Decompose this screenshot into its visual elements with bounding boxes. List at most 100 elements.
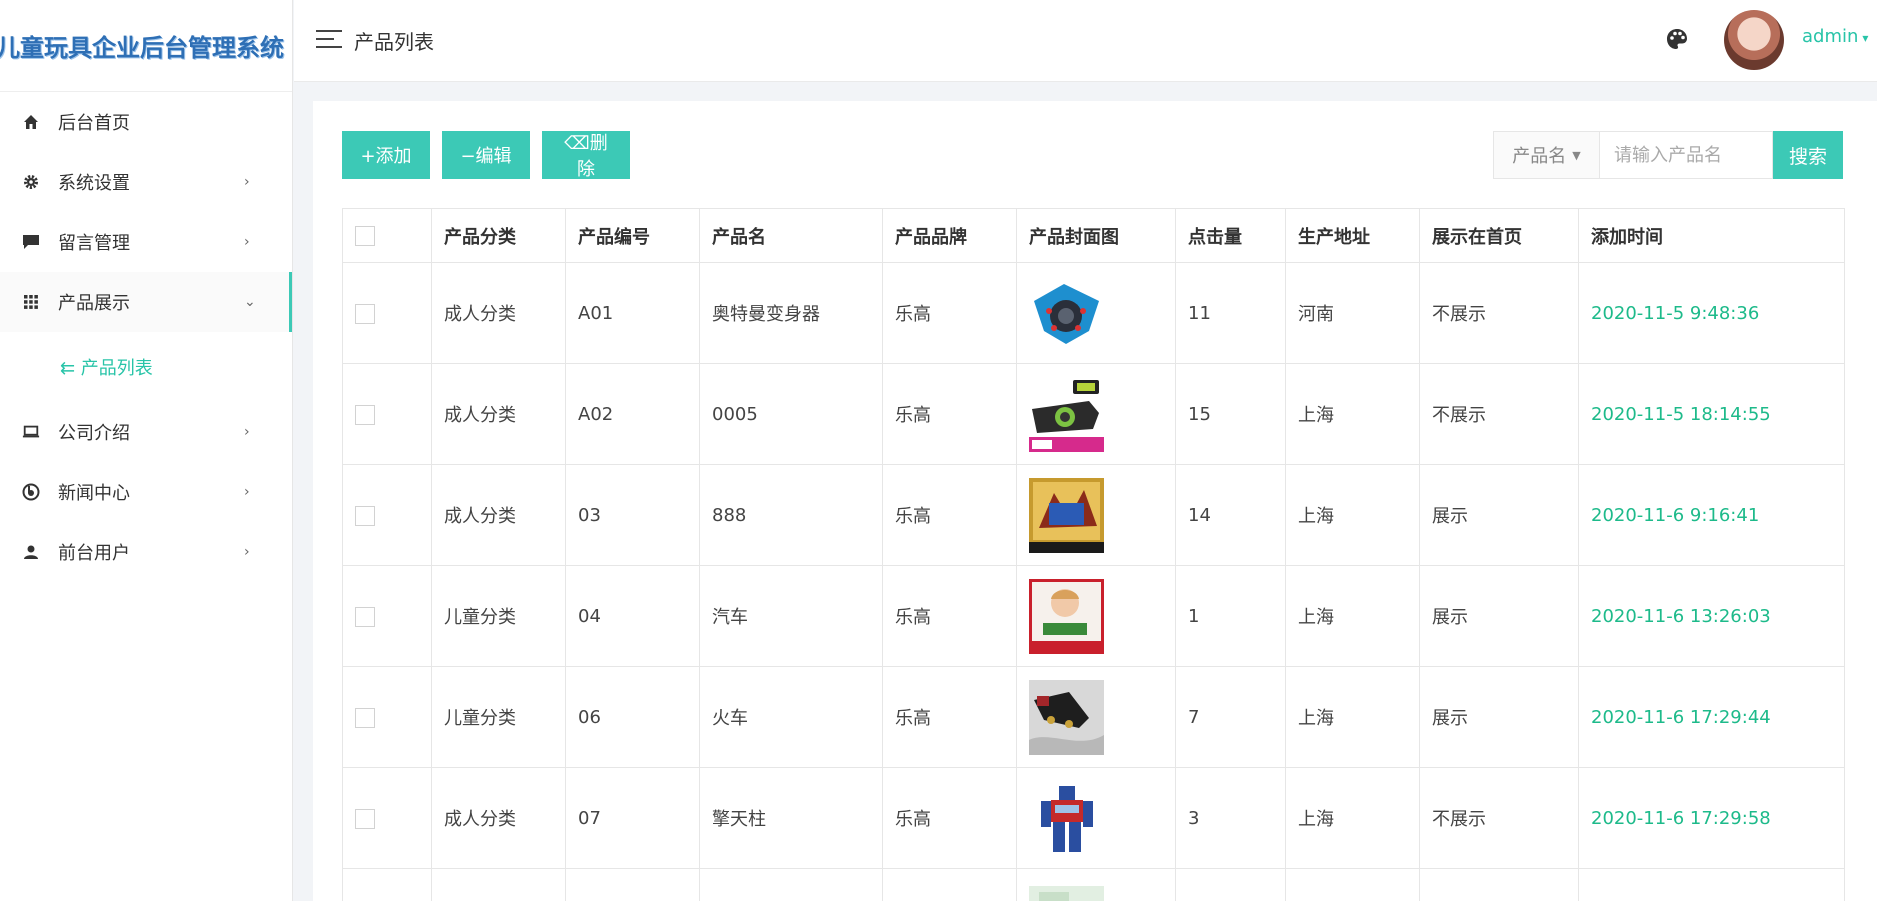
cell-address: 上海 [1285,565,1420,667]
cell-address: 上海 [1285,363,1420,465]
header-checkbox-cell [342,208,432,263]
cell-code: A01 [565,262,700,364]
cell-name: 火车 [699,666,883,768]
cell-category: 儿童分类 [431,565,566,667]
add-button[interactable]: +添加 [342,131,430,179]
sidebar-item-home[interactable]: 后台首页 [0,92,292,152]
row-checkbox[interactable] [355,303,375,324]
sidebar-subitem-product-list[interactable]: ⇇ 产品列表 [0,332,292,402]
cell-time: 2020-11-6 17:29:44 [1578,666,1845,768]
column-header[interactable]: 产品分类 [431,208,566,263]
cell-brand: 乐高 [882,565,1017,667]
user-icon [22,543,40,561]
top-header: 产品列表 admin ▾ [294,0,1877,82]
cell-home: 不展示 [1419,767,1579,869]
sidebar-item-products[interactable]: 产品展示 ⌄ [0,272,292,332]
ultraman-transformer-image [1029,275,1104,351]
table-row[interactable] [342,868,1845,901]
cell-name: 擎天柱 [699,767,883,869]
cell-home: 展示 [1419,464,1579,566]
column-header[interactable]: 产品编号 [565,208,700,263]
table-row[interactable]: 成人分类 03 888 乐高 14 上海 展示 2020-11-6 9:16:4… [342,464,1845,566]
table-row[interactable]: 儿童分类 04 汽车 乐高 1 上海 展示 2020-11-6 13:26:03 [342,565,1845,667]
sidebar: 儿童玩具企业后台管理系统 后台首页 系统设置 › 留言管理 › 产品展示 ⌄ ⇇… [0,0,293,901]
sidebar-item-messages[interactable]: 留言管理 › [0,212,292,272]
row-checkbox[interactable] [355,404,375,425]
cell-clicks: 14 [1175,464,1286,566]
cell-name: 0005 [699,363,883,465]
cell-code: 06 [565,666,700,768]
cell-brand: 乐高 [882,262,1017,364]
column-header[interactable]: 生产地址 [1285,208,1420,263]
search-field-label: 产品名 [1512,146,1567,167]
cell-name: 888 [699,464,883,566]
row-checkbox[interactable] [355,707,375,728]
menu-toggle-icon[interactable] [316,30,342,50]
cell-category: 成人分类 [431,464,566,566]
card-pack-image [1029,477,1104,553]
cell-code: 07 [565,767,700,869]
delete-button[interactable]: ⌫删除 [542,131,630,180]
cell-address: 上海 [1285,666,1420,768]
cell-time: 2020-11-6 17:29:58 [1578,767,1845,869]
sidebar-item-news[interactable]: 新闻中心 › [0,462,292,522]
edit-button[interactable]: −编辑 [442,131,530,179]
row-checkbox[interactable] [355,606,375,627]
sidebar-item-company[interactable]: 公司介绍 › [0,402,292,462]
avatar[interactable] [1724,10,1784,70]
column-header[interactable]: 产品名 [699,208,883,263]
cell-brand: 乐高 [882,767,1017,869]
chevron-right-icon: › [244,234,250,250]
sidebar-item-label: 系统设置 [58,173,130,194]
search-button[interactable]: 搜索 [1773,131,1843,179]
table-row[interactable]: 成人分类 A01 奥特曼变身器 乐高 11 河南 不展示 2020-11-5 9… [342,262,1845,364]
column-header[interactable]: 点击量 [1175,208,1286,263]
table-row[interactable]: 儿童分类 06 火车 乐高 7 上海 展示 2020-11-6 17:29:44 [342,666,1845,768]
cell-clicks: 11 [1175,262,1286,364]
chevron-down-icon: ⌄ [244,294,256,310]
gear-icon [22,173,40,191]
cell-clicks: 7 [1175,666,1286,768]
caret-down-icon: ▾ [1862,31,1869,45]
cell-brand: 乐高 [882,464,1017,566]
cell-category: 成人分类 [431,767,566,869]
chevron-right-icon: › [244,544,250,560]
row-checkbox[interactable] [355,505,375,526]
content-card: +添加 −编辑 ⌫删除 产品名 ▼ 搜索 产品分类 产品编号 产品名 产品品牌 产… [313,101,1877,901]
user-menu[interactable]: admin ▾ [1802,26,1868,47]
laptop-icon [22,423,40,441]
cell-home: 展示 [1419,565,1579,667]
table-row[interactable]: 成人分类 A02 0005 乐高 15 上海 不展示 2020-11-5 18:… [342,363,1845,465]
sidebar-item-users[interactable]: 前台用户 › [0,522,292,582]
row-checkbox[interactable] [355,808,375,829]
chevron-right-icon: › [244,484,250,500]
caret-down-icon: ▼ [1572,148,1581,162]
column-header[interactable]: 添加时间 [1578,208,1845,263]
table-row[interactable]: 成人分类 07 擎天柱 乐高 3 上海 不展示 2020-11-6 17:29:… [342,767,1845,869]
cell-name: 奥特曼变身器 [699,262,883,364]
palette-icon[interactable] [1666,28,1688,50]
product-thumbnail-image [1029,885,1104,901]
product-table: 产品分类 产品编号 产品名 产品品牌 产品封面图 点击量 生产地址 展示在首页 … [342,208,1845,901]
cell-address: 河南 [1285,262,1420,364]
search-group: 产品名 ▼ 搜索 [1493,131,1843,179]
chevron-right-icon: › [244,174,250,190]
sidebar-menu: 后台首页 系统设置 › 留言管理 › 产品展示 ⌄ ⇇ 产品列表 公司介绍 › … [0,92,292,582]
sidebar-item-label: 留言管理 [58,233,130,254]
cell-time: 2020-11-5 9:48:36 [1578,262,1845,364]
cell-name: 汽车 [699,565,883,667]
news-icon [22,483,40,501]
brand: 儿童玩具企业后台管理系统 [0,0,292,92]
sidebar-item-label: 新闻中心 [58,483,130,504]
cell-clicks: 1 [1175,565,1286,667]
message-icon [22,233,40,251]
search-field-select[interactable]: 产品名 ▼ [1493,131,1599,179]
column-header[interactable]: 展示在首页 [1419,208,1579,263]
column-header[interactable]: 产品品牌 [882,208,1017,263]
search-input[interactable] [1599,131,1773,179]
sidebar-item-settings[interactable]: 系统设置 › [0,152,292,212]
cell-time: 2020-11-6 13:26:03 [1578,565,1845,667]
select-all-checkbox[interactable] [355,226,375,246]
cell-home: 展示 [1419,666,1579,768]
column-header[interactable]: 产品封面图 [1016,208,1176,263]
